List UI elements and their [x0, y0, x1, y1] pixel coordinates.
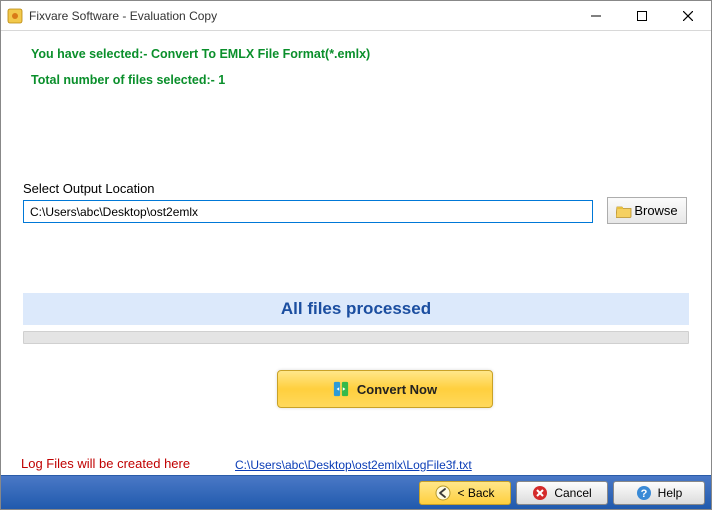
help-label: Help	[658, 486, 683, 500]
back-arrow-icon	[435, 485, 451, 501]
help-button[interactable]: ? Help	[613, 481, 705, 505]
maximize-button[interactable]	[619, 1, 665, 30]
status-banner: All files processed	[23, 293, 689, 325]
cancel-label: Cancel	[554, 486, 591, 500]
footer-bar: < Back Cancel ? Help	[1, 475, 711, 509]
status-message: All files processed	[281, 299, 431, 319]
content-area: You have selected:- Convert To EMLX File…	[1, 31, 711, 475]
app-window: Fixvare Software - Evaluation Copy You h…	[0, 0, 712, 510]
back-label: < Back	[457, 486, 494, 500]
window-controls	[573, 1, 711, 30]
progress-bar	[23, 331, 689, 344]
window-title: Fixvare Software - Evaluation Copy	[29, 9, 217, 23]
cancel-icon	[532, 485, 548, 501]
convert-now-button[interactable]: Convert Now	[277, 370, 493, 408]
convert-icon	[333, 381, 349, 397]
output-location-label: Select Output Location	[23, 181, 155, 196]
back-button[interactable]: < Back	[419, 481, 511, 505]
selected-format-text: You have selected:- Convert To EMLX File…	[31, 47, 370, 61]
convert-label: Convert Now	[357, 382, 437, 397]
browse-button[interactable]: Browse	[607, 197, 687, 224]
help-icon: ?	[636, 485, 652, 501]
cancel-button[interactable]: Cancel	[516, 481, 608, 505]
browse-label: Browse	[634, 203, 677, 218]
title-bar: Fixvare Software - Evaluation Copy	[1, 1, 711, 31]
output-path-input[interactable]	[23, 200, 593, 223]
svg-text:?: ?	[640, 488, 647, 500]
file-count-text: Total number of files selected:- 1	[31, 73, 225, 87]
close-button[interactable]	[665, 1, 711, 30]
folder-icon	[616, 203, 632, 219]
minimize-button[interactable]	[573, 1, 619, 30]
log-file-label: Log Files will be created here	[21, 456, 190, 471]
app-icon	[7, 8, 23, 24]
log-file-link[interactable]: C:\Users\abc\Desktop\ost2emlx\LogFile3f.…	[235, 458, 472, 472]
